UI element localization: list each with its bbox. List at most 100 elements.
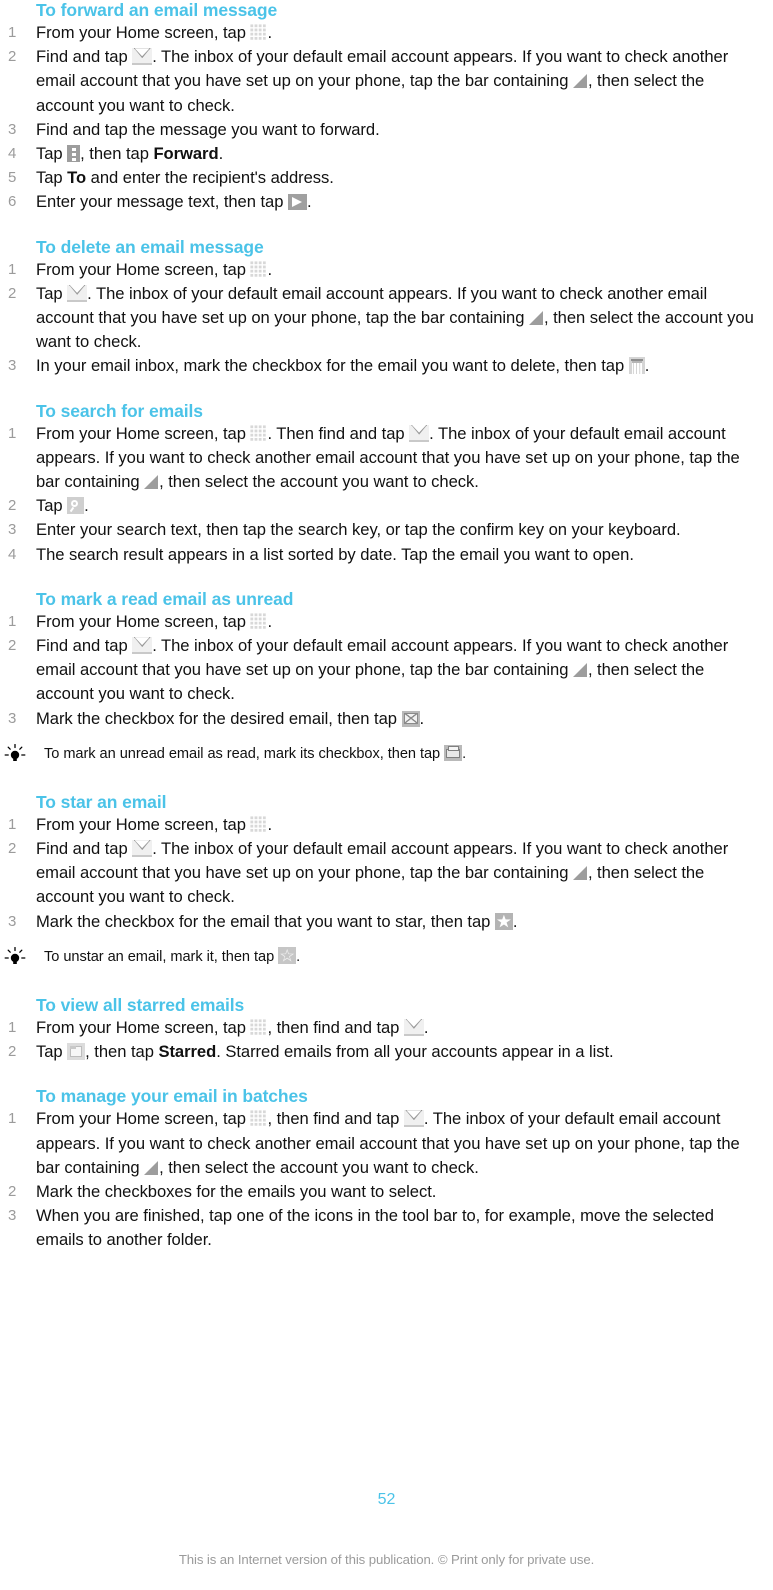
section-star: To star an email From your Home screen, t… bbox=[0, 792, 759, 968]
section-delete: To delete an email message From your Home… bbox=[0, 237, 759, 379]
step-text: From your Home screen, tap bbox=[36, 611, 251, 631]
step-text: . bbox=[267, 611, 273, 631]
step-text: . bbox=[218, 144, 224, 164]
step-text: . bbox=[267, 814, 273, 834]
page-number: 52 bbox=[377, 1491, 396, 1508]
triangle-icon bbox=[528, 310, 544, 326]
triangle-icon bbox=[144, 474, 159, 490]
step-item: From your Home screen, tap , then find a… bbox=[0, 1107, 759, 1180]
section-heading: To mark a read email as unread bbox=[36, 588, 294, 609]
star-icon bbox=[494, 912, 513, 930]
step-item: The search result appears in a list sort… bbox=[0, 543, 759, 567]
step-text: The search result appears in a list sort… bbox=[36, 544, 634, 564]
grid-icon bbox=[250, 815, 268, 833]
step-list: From your Home screen, tap . Tap . The in… bbox=[0, 258, 759, 379]
grid-icon bbox=[250, 1018, 268, 1036]
step-item: Find and tap . The inbox of your default… bbox=[0, 634, 759, 707]
step-list: From your Home screen, tap . Find and tap… bbox=[0, 610, 759, 731]
step-text: Enter your message text, then tap bbox=[36, 192, 288, 212]
lightbulb-icon bbox=[4, 946, 26, 967]
step-text: From your Home screen, tap bbox=[36, 23, 251, 42]
step-item: Find and tap the message you want to for… bbox=[0, 118, 759, 142]
step-text: From your Home screen, tap bbox=[36, 814, 251, 834]
step-text: Find and tap bbox=[36, 636, 133, 656]
step-item: Tap . bbox=[0, 494, 759, 518]
step-item: Enter your message text, then tap . bbox=[0, 190, 759, 214]
ui-label: Forward bbox=[153, 144, 219, 164]
step-text: . bbox=[423, 1017, 429, 1037]
triangle-icon bbox=[572, 865, 588, 881]
section-search: To search for emails From your Home scree… bbox=[0, 401, 759, 567]
section-view-starred: To view all starred emails From your Home… bbox=[0, 995, 759, 1065]
step-text: . bbox=[296, 948, 301, 965]
step-item: Mark the checkbox for the desired email,… bbox=[0, 707, 759, 731]
step-item: Tap , then tap Forward. bbox=[0, 142, 759, 166]
step-list: From your Home screen, tap . Find and tap… bbox=[0, 21, 759, 215]
ui-label: To bbox=[67, 168, 87, 188]
envelope-icon bbox=[132, 48, 153, 66]
step-text: Enter your search text, then tap the sea… bbox=[36, 520, 681, 540]
section-batches: To manage your email in batches From your… bbox=[0, 1086, 759, 1252]
sections-container: To forward an email message From your Hom… bbox=[0, 0, 759, 1253]
step-text: , then find and tap bbox=[267, 1017, 404, 1037]
step-text: From your Home screen, tap bbox=[36, 423, 251, 443]
step-text: , then tap bbox=[85, 1042, 159, 1062]
step-text: From your Home screen, tap bbox=[36, 1109, 251, 1129]
step-text: . Then find and tap bbox=[267, 423, 410, 443]
section-heading: To delete an email message bbox=[36, 236, 264, 257]
read-envelope-icon bbox=[444, 744, 463, 761]
step-text: Find and tap the message you want to for… bbox=[36, 119, 380, 139]
step-item: Enter your search text, then tap the sea… bbox=[0, 518, 759, 542]
step-item: From your Home screen, tap . bbox=[0, 610, 759, 634]
envelope-icon bbox=[409, 424, 430, 442]
folder-icon bbox=[67, 1043, 86, 1061]
grid-icon bbox=[250, 1110, 268, 1128]
search-icon bbox=[67, 497, 85, 515]
step-text: , then select the account you want to ch… bbox=[159, 472, 479, 492]
step-text: . bbox=[84, 496, 89, 516]
grid-icon bbox=[250, 424, 268, 442]
step-item: From your Home screen, tap . Then find a… bbox=[0, 422, 759, 495]
step-list: From your Home screen, tap , then find a… bbox=[0, 1016, 759, 1065]
step-text: . bbox=[306, 192, 312, 212]
step-text: In your email inbox, mark the checkbox f… bbox=[36, 356, 629, 376]
send-icon bbox=[287, 194, 307, 211]
section-heading: To star an email bbox=[36, 791, 167, 812]
step-text: , then find and tap bbox=[267, 1109, 404, 1129]
step-text: Tap bbox=[36, 144, 68, 164]
step-item: From your Home screen, tap . bbox=[0, 258, 759, 282]
step-text: From your Home screen, tap bbox=[36, 1017, 251, 1037]
step-text: Tap bbox=[36, 496, 68, 516]
envelope-icon bbox=[132, 840, 153, 858]
step-text: When you are finished, tap one of the ic… bbox=[36, 1206, 714, 1250]
step-text: Tap bbox=[36, 283, 68, 303]
grid-icon bbox=[250, 612, 268, 630]
step-text: From your Home screen, tap bbox=[36, 259, 251, 279]
step-text: Find and tap bbox=[36, 839, 133, 859]
step-text: Mark the checkboxes for the emails you w… bbox=[36, 1181, 437, 1201]
section-heading: To search for emails bbox=[36, 400, 203, 421]
step-item: Mark the checkbox for the email that you… bbox=[0, 910, 759, 934]
section-mark-unread: To mark a read email as unread From your … bbox=[0, 589, 759, 765]
ui-label: Starred bbox=[158, 1042, 217, 1062]
star-outline-icon bbox=[278, 946, 297, 964]
triangle-icon bbox=[572, 73, 588, 89]
step-text: , then tap bbox=[80, 144, 154, 164]
step-text: . bbox=[512, 911, 518, 931]
grid-icon bbox=[250, 24, 268, 41]
step-item: From your Home screen, tap . bbox=[0, 21, 759, 45]
envelope-icon bbox=[132, 637, 153, 655]
step-text: . bbox=[267, 259, 273, 279]
step-text: . bbox=[462, 745, 467, 762]
step-item: Find and tap . The inbox of your default… bbox=[0, 837, 759, 910]
tip-note: To unstar an email, mark it, then tap . bbox=[0, 946, 759, 968]
step-item: Tap To and enter the recipient's address… bbox=[0, 166, 759, 190]
step-text: . bbox=[419, 708, 425, 728]
step-text: To unstar an email, mark it, then tap bbox=[44, 948, 279, 965]
step-text: . bbox=[267, 23, 273, 42]
step-text: . Starred emails from all your accounts … bbox=[216, 1042, 614, 1062]
